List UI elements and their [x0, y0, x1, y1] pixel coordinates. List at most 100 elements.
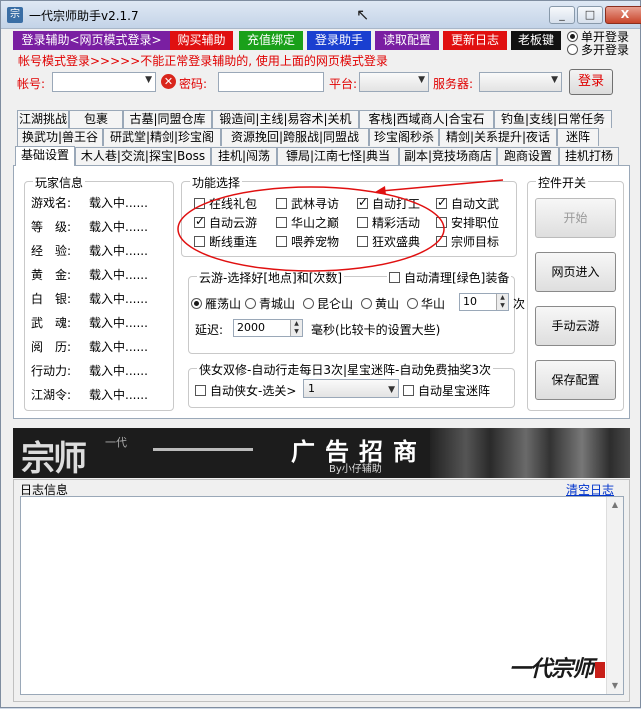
- buy-button[interactable]: 购买辅助: [170, 31, 233, 50]
- location-huashan-radio[interactable]: 华山: [407, 295, 445, 312]
- multi-login-radio[interactable]: 多开登录: [567, 43, 629, 57]
- boss-key-button[interactable]: 老板键: [511, 31, 561, 50]
- tab-trade-settings[interactable]: 跑商设置: [497, 147, 559, 165]
- player-info-label: 江湖令:: [31, 388, 72, 402]
- manual-travel-button[interactable]: 手动云游: [535, 306, 616, 346]
- online-gift-checkbox[interactable]: 在线礼包: [194, 195, 257, 212]
- tab-wooden-lane[interactable]: 木人巷|交流|探宝|Boss: [75, 147, 211, 165]
- close-button[interactable]: X: [605, 6, 641, 24]
- start-button[interactable]: 开始: [535, 198, 616, 238]
- player-info-label: 黄 金:: [31, 268, 72, 282]
- controls-group: 控件开关 开始 网页进入 手动云游 保存配置: [527, 174, 624, 411]
- feed-pet-checkbox[interactable]: 喂养宠物: [276, 233, 339, 250]
- tab-fishing[interactable]: 钓鱼|支线|日常任务: [494, 110, 612, 128]
- ad-banner[interactable]: 宗师 一代 广告招商 By小仔辅助: [13, 428, 630, 478]
- auto-clean-checkbox[interactable]: 自动清理[绿色]装备: [387, 269, 512, 286]
- partner-title: 侠女双修-自动行走每日3次|星宝迷阵-自动免费抽奖3次: [197, 361, 493, 378]
- tab-resource-recovery[interactable]: 资源挽回|跨服战|同盟战: [221, 128, 369, 146]
- caret-down-icon[interactable]: ▼: [496, 302, 508, 310]
- tab-basic-settings[interactable]: 基础设置: [15, 146, 75, 166]
- feature-select-group: 功能选择 在线礼包 武林寻访 自动打工 自动文武 自动云游 华山之巅 精彩活动 …: [181, 174, 517, 257]
- login-button[interactable]: 登录: [569, 69, 613, 95]
- single-login-radio[interactable]: 单开登录: [567, 30, 629, 44]
- checkbox-icon: [276, 236, 287, 247]
- checkbox-icon: [403, 385, 414, 396]
- tab-treasure-flash[interactable]: 珍宝阁秒杀: [369, 128, 439, 146]
- maximize-button[interactable]: □: [577, 6, 603, 24]
- events-checkbox[interactable]: 精彩活动: [357, 214, 420, 231]
- account-combo[interactable]: ▼: [52, 72, 156, 92]
- login-helper-button[interactable]: 登录助手: [307, 31, 371, 50]
- radio-selected-icon: [567, 31, 578, 42]
- player-info-label: 武 魂:: [31, 316, 72, 330]
- auto-partner-checkbox[interactable]: 自动侠女-选关>: [195, 382, 296, 399]
- location-huangshan-radio[interactable]: 黄山: [361, 295, 399, 312]
- minimize-button[interactable]: _: [549, 6, 575, 24]
- radio-icon: [407, 298, 418, 309]
- app-window: 宗 一代宗师助手v2.1.7 _ □ X ↖ 登录辅助<网页模式登录> 购买辅助…: [0, 0, 641, 708]
- tab-forge[interactable]: 锻造间|主线|易容术|关机: [212, 110, 359, 128]
- seal-icon: [595, 662, 606, 678]
- tab-jianghu-challenge[interactable]: 江湖挑战: [17, 110, 69, 128]
- arrange-position-checkbox[interactable]: 安排职位: [436, 214, 499, 231]
- save-config-button[interactable]: 保存配置: [535, 360, 616, 400]
- location-yandang-radio[interactable]: 雁荡山: [191, 295, 241, 312]
- checkbox-checked-icon: [194, 214, 205, 228]
- web-enter-button[interactable]: 网页进入: [535, 252, 616, 292]
- checkbox-icon: [436, 236, 447, 247]
- password-field[interactable]: [218, 72, 324, 92]
- auto-work-checkbox[interactable]: 自动打工: [357, 195, 420, 212]
- controls-title: 控件开关: [536, 174, 589, 191]
- wulin-visit-checkbox[interactable]: 武林寻访: [276, 195, 339, 212]
- location-qingcheng-radio[interactable]: 青城山: [245, 295, 295, 312]
- mouse-cursor-icon: ↖: [356, 5, 370, 24]
- tab-bag[interactable]: 包裹: [69, 110, 123, 128]
- player-info-label: 等 级:: [31, 220, 72, 234]
- caret-up-icon[interactable]: ▲: [290, 320, 302, 328]
- radio-selected-icon: [191, 298, 202, 309]
- server-label: 服务器:: [433, 77, 474, 91]
- radio-icon: [245, 298, 256, 309]
- master-goal-checkbox[interactable]: 宗师目标: [436, 233, 499, 250]
- delay-stepper[interactable]: 2000 ▲ ▼: [233, 319, 303, 337]
- read-config-button[interactable]: 读取配置: [375, 31, 439, 50]
- server-select[interactable]: ▼: [479, 72, 562, 92]
- carnival-checkbox[interactable]: 狂欢盛典: [357, 233, 420, 250]
- tab-study-hall[interactable]: 研武堂|精剑|珍宝阁: [103, 128, 221, 146]
- update-log-button[interactable]: 更新日志: [443, 31, 507, 50]
- tab-martial-arts[interactable]: 换武功|兽王谷: [17, 128, 103, 146]
- auto-travel-checkbox[interactable]: 自动云游: [194, 214, 257, 231]
- web-login-button[interactable]: 登录辅助<网页模式登录>: [13, 31, 170, 50]
- chevron-down-icon: ▼: [418, 75, 425, 85]
- player-info-value: 载入中......: [89, 364, 148, 378]
- tab-escort[interactable]: 镖局|江南七怪|典当: [277, 147, 399, 165]
- tab-idle-fight[interactable]: 挂机打杨: [559, 147, 619, 165]
- log-scrollbar[interactable]: ▲ ▼: [606, 497, 623, 694]
- tab-sword-relations[interactable]: 精剑|关系提升|夜话: [439, 128, 557, 146]
- tab-dungeon-arena[interactable]: 副本|竞技场商店: [399, 147, 497, 165]
- player-info-title: 玩家信息: [33, 174, 86, 191]
- recharge-bind-button[interactable]: 充值绑定: [239, 31, 303, 50]
- reconnect-checkbox[interactable]: 断线重连: [194, 233, 257, 250]
- scroll-up-icon[interactable]: ▲: [607, 497, 623, 513]
- tab-inn[interactable]: 客栈|西域商人|合宝石: [359, 110, 494, 128]
- caret-down-icon[interactable]: ▼: [290, 328, 302, 336]
- tab-tomb-storage[interactable]: 古墓|同盟仓库: [123, 110, 212, 128]
- huashan-peak-checkbox[interactable]: 华山之巅: [276, 214, 339, 231]
- auto-literary-martial-checkbox[interactable]: 自动文武: [436, 195, 499, 212]
- location-kunlun-radio[interactable]: 昆仑山: [303, 295, 353, 312]
- tab-idle-roam[interactable]: 挂机|闯荡: [211, 147, 277, 165]
- travel-count-stepper[interactable]: 10 ▲ ▼: [459, 293, 509, 311]
- player-info-label: 经 验:: [31, 244, 72, 258]
- scroll-down-icon[interactable]: ▼: [607, 678, 623, 694]
- stage-select[interactable]: 1 ▼: [303, 379, 399, 398]
- auto-star-maze-checkbox[interactable]: 自动星宝迷阵: [403, 382, 490, 399]
- tab-maze[interactable]: 迷阵: [557, 128, 599, 146]
- player-info-label: 游戏名:: [31, 196, 72, 210]
- platform-select[interactable]: ▼: [359, 72, 429, 92]
- banner-brush-sub: 一代: [105, 436, 127, 449]
- player-info-group: 玩家信息 游戏名: 载入中...... 等 级: 载入中...... 经 验: 载入中..…: [24, 174, 174, 411]
- checkbox-icon: [194, 236, 205, 247]
- player-info-value: 载入中......: [89, 388, 148, 402]
- caret-up-icon[interactable]: ▲: [496, 294, 508, 302]
